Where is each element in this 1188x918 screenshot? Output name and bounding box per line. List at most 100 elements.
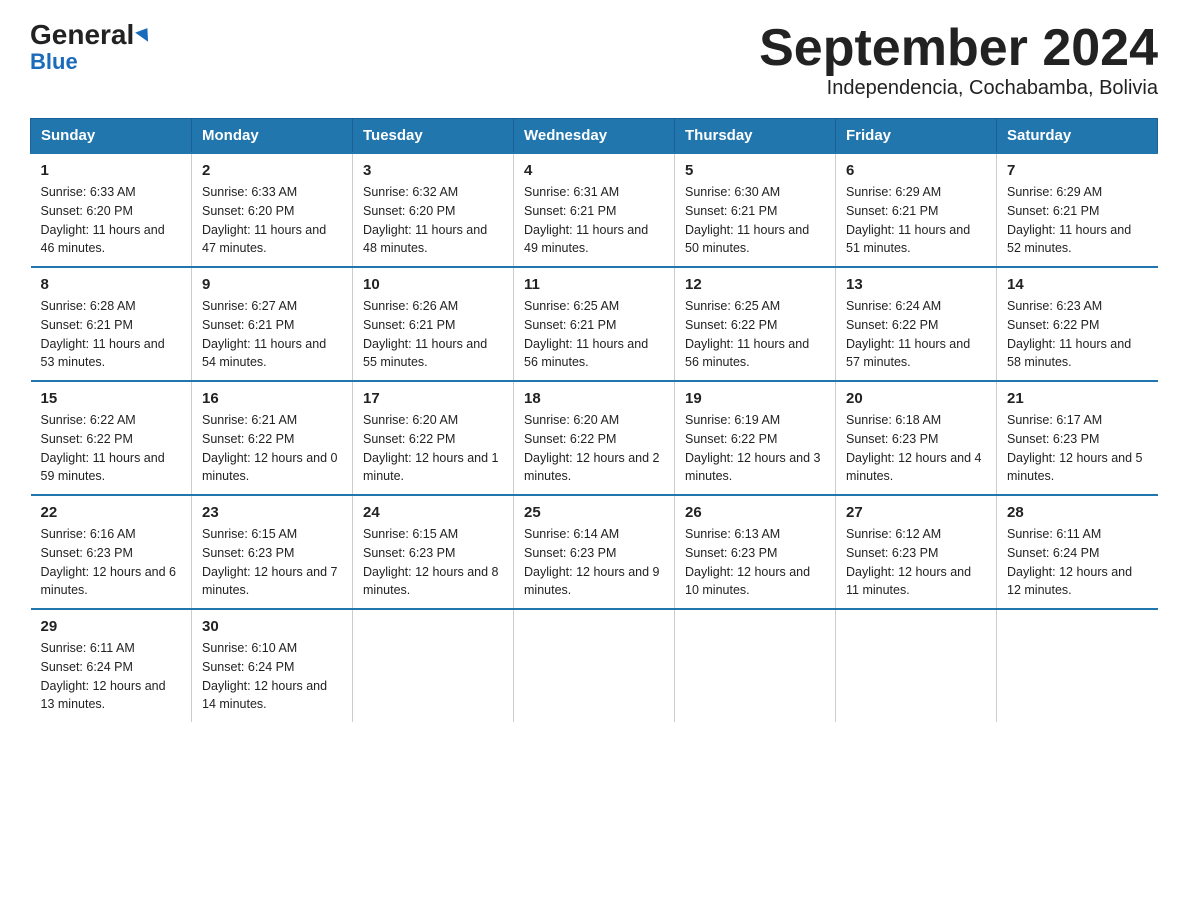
day-number: 16 bbox=[202, 390, 342, 407]
day-info: Sunrise: 6:11 AM Sunset: 6:24 PM Dayligh… bbox=[1007, 525, 1148, 600]
header-friday: Friday bbox=[836, 119, 997, 154]
day-info: Sunrise: 6:28 AM Sunset: 6:21 PM Dayligh… bbox=[41, 297, 182, 372]
week-row-2: 8 Sunrise: 6:28 AM Sunset: 6:21 PM Dayli… bbox=[31, 267, 1158, 381]
day-info: Sunrise: 6:33 AM Sunset: 6:20 PM Dayligh… bbox=[41, 183, 182, 258]
cell-week1-day1: 1 Sunrise: 6:33 AM Sunset: 6:20 PM Dayli… bbox=[31, 153, 192, 267]
day-info: Sunrise: 6:22 AM Sunset: 6:22 PM Dayligh… bbox=[41, 411, 182, 486]
day-number: 30 bbox=[202, 618, 342, 635]
cell-week3-day6: 20 Sunrise: 6:18 AM Sunset: 6:23 PM Dayl… bbox=[836, 381, 997, 495]
week-row-1: 1 Sunrise: 6:33 AM Sunset: 6:20 PM Dayli… bbox=[31, 153, 1158, 267]
page-header: General Blue September 2024 Independenci… bbox=[30, 20, 1158, 100]
day-number: 29 bbox=[41, 618, 182, 635]
cell-week2-day1: 8 Sunrise: 6:28 AM Sunset: 6:21 PM Dayli… bbox=[31, 267, 192, 381]
cell-week1-day5: 5 Sunrise: 6:30 AM Sunset: 6:21 PM Dayli… bbox=[675, 153, 836, 267]
cell-week4-day5: 26 Sunrise: 6:13 AM Sunset: 6:23 PM Dayl… bbox=[675, 495, 836, 609]
cell-week1-day3: 3 Sunrise: 6:32 AM Sunset: 6:20 PM Dayli… bbox=[353, 153, 514, 267]
day-number: 5 bbox=[685, 162, 825, 179]
calendar-subtitle: Independencia, Cochabamba, Bolivia bbox=[759, 77, 1158, 100]
day-number: 18 bbox=[524, 390, 664, 407]
day-info: Sunrise: 6:11 AM Sunset: 6:24 PM Dayligh… bbox=[41, 639, 182, 714]
day-info: Sunrise: 6:17 AM Sunset: 6:23 PM Dayligh… bbox=[1007, 411, 1148, 486]
week-row-5: 29 Sunrise: 6:11 AM Sunset: 6:24 PM Dayl… bbox=[31, 609, 1158, 722]
day-number: 21 bbox=[1007, 390, 1148, 407]
day-info: Sunrise: 6:21 AM Sunset: 6:22 PM Dayligh… bbox=[202, 411, 342, 486]
header-thursday: Thursday bbox=[675, 119, 836, 154]
cell-week5-day3 bbox=[353, 609, 514, 722]
cell-week1-day6: 6 Sunrise: 6:29 AM Sunset: 6:21 PM Dayli… bbox=[836, 153, 997, 267]
day-number: 12 bbox=[685, 276, 825, 293]
day-number: 3 bbox=[363, 162, 503, 179]
cell-week1-day7: 7 Sunrise: 6:29 AM Sunset: 6:21 PM Dayli… bbox=[997, 153, 1158, 267]
cell-week2-day5: 12 Sunrise: 6:25 AM Sunset: 6:22 PM Dayl… bbox=[675, 267, 836, 381]
day-number: 4 bbox=[524, 162, 664, 179]
cell-week3-day4: 18 Sunrise: 6:20 AM Sunset: 6:22 PM Dayl… bbox=[514, 381, 675, 495]
day-number: 10 bbox=[363, 276, 503, 293]
day-number: 28 bbox=[1007, 504, 1148, 521]
day-info: Sunrise: 6:16 AM Sunset: 6:23 PM Dayligh… bbox=[41, 525, 182, 600]
day-info: Sunrise: 6:12 AM Sunset: 6:23 PM Dayligh… bbox=[846, 525, 986, 600]
day-number: 11 bbox=[524, 276, 664, 293]
cell-week2-day4: 11 Sunrise: 6:25 AM Sunset: 6:21 PM Dayl… bbox=[514, 267, 675, 381]
cell-week5-day6 bbox=[836, 609, 997, 722]
week-row-4: 22 Sunrise: 6:16 AM Sunset: 6:23 PM Dayl… bbox=[31, 495, 1158, 609]
day-info: Sunrise: 6:31 AM Sunset: 6:21 PM Dayligh… bbox=[524, 183, 664, 258]
logo-arrow-icon bbox=[135, 28, 152, 45]
week-row-3: 15 Sunrise: 6:22 AM Sunset: 6:22 PM Dayl… bbox=[31, 381, 1158, 495]
cell-week3-day1: 15 Sunrise: 6:22 AM Sunset: 6:22 PM Dayl… bbox=[31, 381, 192, 495]
cell-week2-day3: 10 Sunrise: 6:26 AM Sunset: 6:21 PM Dayl… bbox=[353, 267, 514, 381]
day-info: Sunrise: 6:15 AM Sunset: 6:23 PM Dayligh… bbox=[202, 525, 342, 600]
calendar-table: Sunday Monday Tuesday Wednesday Thursday… bbox=[30, 118, 1158, 722]
day-info: Sunrise: 6:19 AM Sunset: 6:22 PM Dayligh… bbox=[685, 411, 825, 486]
cell-week4-day3: 24 Sunrise: 6:15 AM Sunset: 6:23 PM Dayl… bbox=[353, 495, 514, 609]
header-wednesday: Wednesday bbox=[514, 119, 675, 154]
day-info: Sunrise: 6:32 AM Sunset: 6:20 PM Dayligh… bbox=[363, 183, 503, 258]
cell-week4-day1: 22 Sunrise: 6:16 AM Sunset: 6:23 PM Dayl… bbox=[31, 495, 192, 609]
header-row: Sunday Monday Tuesday Wednesday Thursday… bbox=[31, 119, 1158, 154]
cell-week3-day2: 16 Sunrise: 6:21 AM Sunset: 6:22 PM Dayl… bbox=[192, 381, 353, 495]
cell-week4-day4: 25 Sunrise: 6:14 AM Sunset: 6:23 PM Dayl… bbox=[514, 495, 675, 609]
cell-week5-day7 bbox=[997, 609, 1158, 722]
day-info: Sunrise: 6:25 AM Sunset: 6:22 PM Dayligh… bbox=[685, 297, 825, 372]
day-info: Sunrise: 6:30 AM Sunset: 6:21 PM Dayligh… bbox=[685, 183, 825, 258]
cell-week1-day2: 2 Sunrise: 6:33 AM Sunset: 6:20 PM Dayli… bbox=[192, 153, 353, 267]
cell-week2-day7: 14 Sunrise: 6:23 AM Sunset: 6:22 PM Dayl… bbox=[997, 267, 1158, 381]
day-number: 24 bbox=[363, 504, 503, 521]
cell-week5-day1: 29 Sunrise: 6:11 AM Sunset: 6:24 PM Dayl… bbox=[31, 609, 192, 722]
cell-week2-day6: 13 Sunrise: 6:24 AM Sunset: 6:22 PM Dayl… bbox=[836, 267, 997, 381]
cell-week3-day5: 19 Sunrise: 6:19 AM Sunset: 6:22 PM Dayl… bbox=[675, 381, 836, 495]
cell-week4-day6: 27 Sunrise: 6:12 AM Sunset: 6:23 PM Dayl… bbox=[836, 495, 997, 609]
calendar-title: September 2024 bbox=[759, 20, 1158, 77]
day-info: Sunrise: 6:29 AM Sunset: 6:21 PM Dayligh… bbox=[846, 183, 986, 258]
cell-week5-day4 bbox=[514, 609, 675, 722]
cell-week2-day2: 9 Sunrise: 6:27 AM Sunset: 6:21 PM Dayli… bbox=[192, 267, 353, 381]
day-info: Sunrise: 6:20 AM Sunset: 6:22 PM Dayligh… bbox=[524, 411, 664, 486]
day-info: Sunrise: 6:33 AM Sunset: 6:20 PM Dayligh… bbox=[202, 183, 342, 258]
logo-general: General bbox=[30, 19, 134, 50]
day-number: 2 bbox=[202, 162, 342, 179]
day-info: Sunrise: 6:24 AM Sunset: 6:22 PM Dayligh… bbox=[846, 297, 986, 372]
day-number: 15 bbox=[41, 390, 182, 407]
cell-week4-day7: 28 Sunrise: 6:11 AM Sunset: 6:24 PM Dayl… bbox=[997, 495, 1158, 609]
day-number: 22 bbox=[41, 504, 182, 521]
day-info: Sunrise: 6:25 AM Sunset: 6:21 PM Dayligh… bbox=[524, 297, 664, 372]
day-number: 13 bbox=[846, 276, 986, 293]
calendar-header: Sunday Monday Tuesday Wednesday Thursday… bbox=[31, 119, 1158, 154]
day-number: 27 bbox=[846, 504, 986, 521]
day-number: 23 bbox=[202, 504, 342, 521]
day-info: Sunrise: 6:14 AM Sunset: 6:23 PM Dayligh… bbox=[524, 525, 664, 600]
header-saturday: Saturday bbox=[997, 119, 1158, 154]
day-number: 6 bbox=[846, 162, 986, 179]
day-number: 17 bbox=[363, 390, 503, 407]
day-info: Sunrise: 6:15 AM Sunset: 6:23 PM Dayligh… bbox=[363, 525, 503, 600]
header-monday: Monday bbox=[192, 119, 353, 154]
day-info: Sunrise: 6:13 AM Sunset: 6:23 PM Dayligh… bbox=[685, 525, 825, 600]
logo-blue: Blue bbox=[30, 49, 78, 75]
title-block: September 2024 Independencia, Cochabamba… bbox=[759, 20, 1158, 100]
logo: General Blue bbox=[30, 20, 150, 75]
cell-week5-day5 bbox=[675, 609, 836, 722]
cell-week1-day4: 4 Sunrise: 6:31 AM Sunset: 6:21 PM Dayli… bbox=[514, 153, 675, 267]
calendar-body: 1 Sunrise: 6:33 AM Sunset: 6:20 PM Dayli… bbox=[31, 153, 1158, 722]
cell-week3-day3: 17 Sunrise: 6:20 AM Sunset: 6:22 PM Dayl… bbox=[353, 381, 514, 495]
day-number: 7 bbox=[1007, 162, 1148, 179]
day-info: Sunrise: 6:26 AM Sunset: 6:21 PM Dayligh… bbox=[363, 297, 503, 372]
